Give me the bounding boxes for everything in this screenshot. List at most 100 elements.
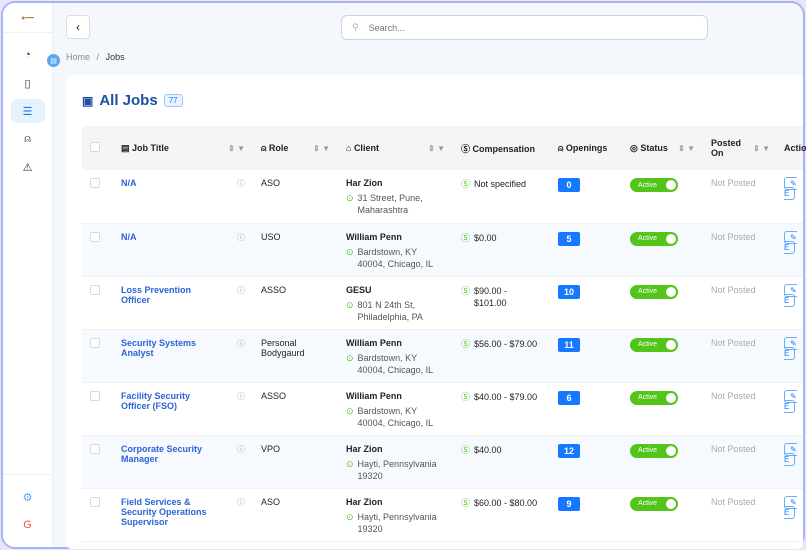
edit-button[interactable]: ✎ E (784, 230, 797, 254)
breadcrumb-current: Jobs (105, 52, 125, 62)
table-row[interactable]: Loss Prevention Officer ⓘ ASSO GESU ⊙ 801 N… (82, 276, 803, 330)
compensation: $90.00 - $101.00 (474, 285, 508, 308)
location-pin-icon: ⊙ (346, 193, 354, 203)
logo[interactable]: ●━━ (3, 3, 52, 33)
table-row[interactable]: N/A ⓘ USO William Penn ⊙ Bardstown, KY 4000… (82, 223, 803, 277)
job-title-link[interactable]: Field Services & Security Operations Sup… (121, 497, 221, 527)
edit-button[interactable]: ✎ E (784, 336, 797, 360)
sidebar: ●━━ ◔ ▯ ☰ ⍝ ⚠ ⚙ G (3, 3, 53, 547)
role: ASO (253, 488, 338, 542)
info-icon[interactable]: ⓘ (237, 178, 245, 189)
status-toggle[interactable]: Active (630, 390, 678, 405)
posted-on: Not Posted (703, 488, 778, 542)
sort-filter-icon[interactable]: ⇕ ▼ (678, 144, 695, 153)
search-input[interactable] (368, 22, 669, 33)
sort-filter-icon[interactable]: ⇕ ▼ (428, 144, 445, 153)
status-toggle[interactable]: Active (630, 443, 678, 458)
table-row[interactable]: Facility Security Officer (FSO) ⓘ ASSO Wi… (82, 382, 803, 436)
breadcrumb-separator: / (96, 52, 100, 62)
client-address: 801 N 24th St, Philadelphia, PA (357, 299, 423, 322)
dashboard-icon[interactable]: ◔ (11, 43, 45, 67)
sort-filter-icon[interactable]: ⇕ ▼ (313, 144, 330, 153)
info-icon[interactable]: ⓘ (237, 444, 245, 455)
role: ASSO (253, 382, 338, 436)
row-checkbox[interactable] (90, 284, 100, 295)
location-pin-icon: ⊙ (346, 299, 354, 310)
job-title-link[interactable]: N/A (121, 232, 221, 242)
status-toggle[interactable]: Active (630, 231, 678, 246)
col-role[interactable]: ⍝ Role ⇕ ▼ (253, 126, 338, 170)
table-row[interactable]: N/A ⓘ ASO Har Zion ⊙ 31 Street, Pune, Mahar… (82, 170, 803, 224)
client-name: William Penn (346, 231, 402, 242)
col-posted-on[interactable]: Posted On ⇕ ▼ (703, 126, 778, 170)
row-checkbox[interactable] (90, 443, 100, 454)
job-title-link[interactable]: Loss Prevention Officer (121, 285, 221, 305)
client-address: Bardstown, KY 40004, Chicago, IL (357, 352, 434, 375)
col-job-title[interactable]: ▤ Job Title ⇕ ▼ (113, 126, 253, 170)
job-title-link[interactable]: Facility Security Officer (FSO) (121, 391, 221, 411)
client-name: William Penn (346, 390, 402, 401)
dollar-icon: Ⓢ (461, 285, 471, 296)
posted-on: Not Posted (703, 276, 778, 330)
back-button[interactable]: ‹ (66, 15, 90, 39)
dollar-icon: Ⓢ (461, 232, 471, 243)
row-checkbox[interactable] (90, 337, 100, 348)
col-client[interactable]: ⌂ Client ⇕ ▼ (338, 126, 453, 170)
location-pin-icon: ⊙ (346, 352, 354, 363)
edit-button[interactable]: ✎ E (784, 389, 797, 413)
edit-button[interactable]: ✎ E (784, 177, 797, 200)
edit-button[interactable]: ✎ E (784, 442, 797, 466)
compensation: $40.00 (474, 444, 502, 455)
table-row[interactable]: Field Services & Security Operations Sup… (82, 488, 803, 542)
info-icon[interactable]: ⓘ (237, 338, 245, 349)
openings-badge: 10 (558, 284, 580, 299)
edit-button[interactable]: ✎ E (784, 283, 797, 307)
info-icon[interactable]: ⓘ (237, 285, 245, 296)
status-toggle[interactable]: Active (630, 496, 678, 511)
info-icon[interactable]: ⓘ (237, 497, 245, 508)
client-address: Bardstown, KY 40004, Chicago, IL (357, 405, 434, 428)
edit-button[interactable]: ✎ E (784, 495, 797, 519)
settings-icon[interactable]: ⚙ (11, 485, 45, 509)
row-checkbox[interactable] (90, 496, 100, 507)
compensation: $60.00 - $80.00 (474, 497, 538, 508)
warning-icon[interactable]: ⚠ (11, 155, 45, 179)
client-name: Har Zion (346, 496, 383, 507)
client-address: Hayti, Pennsylvania 19320 (357, 511, 437, 534)
sidebar-toggle-icon[interactable]: ▤ (47, 54, 60, 67)
search-bar[interactable]: ⚲ (341, 15, 708, 40)
sort-filter-icon[interactable]: ⇕ ▼ (753, 144, 770, 153)
row-checkbox[interactable] (90, 231, 100, 242)
status-toggle[interactable]: Active (630, 284, 678, 299)
client-address: 31 Street, Pune, Maharashtra (357, 193, 423, 215)
sort-filter-icon[interactable]: ⇕ ▼ (228, 144, 245, 153)
location-pin-icon: ⊙ (346, 405, 354, 416)
table-row[interactable]: Corporate Security Manager ⓘ VPO Har Zion… (82, 435, 803, 489)
logout-icon[interactable]: G (11, 513, 45, 537)
row-checkbox[interactable] (90, 178, 100, 188)
info-icon[interactable]: ⓘ (237, 232, 245, 243)
client-address: Bardstown, KY 40004, Chicago, IL (357, 246, 434, 269)
table-row[interactable]: Security Systems Analyst ⓘ Personal Bodyg… (82, 329, 803, 383)
role: ASSO (253, 276, 338, 330)
select-all-checkbox[interactable] (90, 142, 100, 152)
info-icon[interactable]: ⓘ (237, 391, 245, 402)
dollar-icon: Ⓢ (461, 391, 471, 402)
status-toggle[interactable]: Active (630, 178, 678, 192)
book-icon[interactable]: ▯ (11, 71, 45, 95)
breadcrumb-home[interactable]: Home (66, 52, 90, 62)
location-pin-icon: ⊙ (346, 511, 354, 522)
jobs-list-icon[interactable]: ☰ (10, 99, 45, 123)
table-header: ▤ Job Title ⇕ ▼ ⍝ Role ⇕ ▼ ⌂ Client ⇕ ▼ Ⓢ C… (82, 126, 806, 170)
dollar-icon: Ⓢ (461, 444, 471, 455)
col-status[interactable]: ◎ Status ⇕ ▼ (622, 126, 703, 170)
row-checkbox[interactable] (90, 390, 100, 401)
posted-on: Not Posted (703, 435, 778, 489)
job-title-link[interactable]: Corporate Security Manager (121, 444, 221, 464)
job-title-link[interactable]: N/A (121, 178, 221, 188)
status-toggle[interactable]: Active (630, 337, 678, 352)
openings-badge: 5 (558, 231, 580, 246)
user-icon[interactable]: ⍝ (11, 127, 45, 151)
job-title-link[interactable]: Security Systems Analyst (121, 338, 221, 358)
client-name: Har Zion (346, 443, 383, 454)
